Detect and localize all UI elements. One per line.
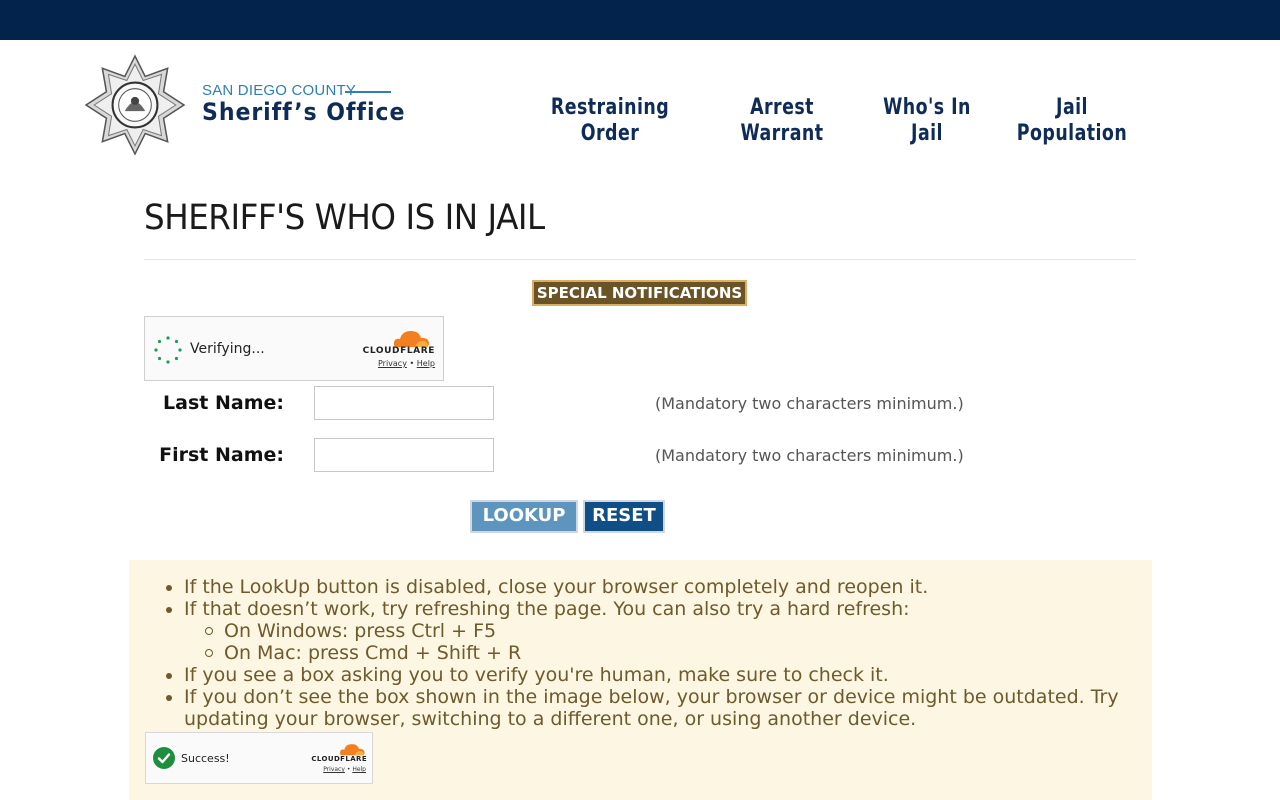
loading-spinner-icon: [154, 336, 182, 364]
nav-label-line1: Jail: [1056, 95, 1088, 120]
special-notifications-button[interactable]: SPECIAL NOTIFICATIONS: [532, 280, 747, 306]
nav-label-line2: Warrant: [740, 121, 824, 146]
nav-label-line2: Jail: [911, 121, 943, 146]
sheriff-logo[interactable]: SAN DIEGO COUNTY Sheriff’s Office: [84, 54, 404, 156]
sheriff-star-badge-icon: [84, 54, 186, 156]
captcha-links: Privacy • Help: [378, 359, 435, 368]
last-name-label: Last Name:: [163, 392, 284, 414]
cloudflare-wordmark: CLOUDFLARE: [311, 755, 367, 763]
sub-list-item: On Windows: press Ctrl + F5: [205, 620, 1124, 642]
nav-jail-population[interactable]: Jail Population: [1010, 95, 1133, 147]
nav-restraining-order[interactable]: Restraining Order: [547, 95, 674, 147]
privacy-link[interactable]: Privacy: [378, 359, 407, 368]
success-check-icon: [153, 747, 175, 769]
nav-label-line1: Arrest: [750, 95, 814, 120]
brand-county: SAN DIEGO COUNTY: [202, 82, 357, 99]
sub-list-item: On Mac: press Cmd + Shift + R: [205, 642, 1124, 664]
list-item: If you see a box asking you to verify yo…: [166, 664, 1124, 686]
nav-label-line2: Order: [580, 121, 640, 146]
help-link: Help: [352, 766, 366, 773]
help-list: If the LookUp button is disabled, close …: [166, 576, 1124, 730]
nav-label-line2: Population: [1016, 121, 1128, 146]
link-separator: •: [346, 766, 351, 773]
reset-button[interactable]: RESET: [583, 500, 665, 533]
nav-arrest-warrant[interactable]: Arrest Warrant: [729, 95, 835, 147]
example-success-widget: Success! CLOUDFLARE Privacy • Help: [145, 732, 373, 784]
top-bar: [0, 0, 1280, 40]
example-links: Privacy • Help: [323, 766, 366, 773]
list-item: If the LookUp button is disabled, close …: [166, 576, 1124, 598]
help-sublist: On Windows: press Ctrl + F5 On Mac: pres…: [205, 620, 1124, 664]
privacy-link: Privacy: [323, 766, 345, 773]
page-title: SHERIFF'S WHO IS IN JAIL: [144, 198, 545, 238]
cloudflare-wordmark: CLOUDFLARE: [362, 346, 435, 356]
cloudflare-logo: CLOUDFLARE: [359, 327, 435, 357]
success-status: Success!: [181, 752, 230, 765]
help-info-panel: If the LookUp button is disabled, close …: [129, 560, 1152, 800]
help-link[interactable]: Help: [417, 359, 435, 368]
last-name-input[interactable]: [314, 386, 494, 420]
first-name-label: First Name:: [159, 444, 284, 466]
brand-rule: [345, 91, 391, 93]
cloudflare-captcha-widget[interactable]: Verifying... CLOUDFLARE Privacy • Help: [144, 316, 444, 381]
first-name-hint: (Mandatory two characters minimum.): [655, 446, 964, 465]
title-divider: [144, 259, 1136, 260]
brand-office: Sheriff’s Office: [202, 98, 406, 126]
lookup-button[interactable]: LOOKUP: [470, 500, 578, 533]
first-name-input[interactable]: [314, 438, 494, 472]
nav-label-line1: Who's In: [883, 95, 971, 120]
nav-label-line1: Restraining: [550, 95, 670, 120]
list-item: If you don’t see the box shown in the im…: [166, 686, 1124, 730]
nav-whos-in-jail[interactable]: Who's In Jail: [879, 95, 976, 147]
list-item: If that doesn’t work, try refreshing the…: [166, 598, 1124, 664]
last-name-hint: (Mandatory two characters minimum.): [655, 394, 964, 413]
captcha-status: Verifying...: [190, 341, 265, 357]
link-separator: •: [409, 359, 415, 368]
list-item-text: If that doesn’t work, try refreshing the…: [184, 598, 910, 620]
